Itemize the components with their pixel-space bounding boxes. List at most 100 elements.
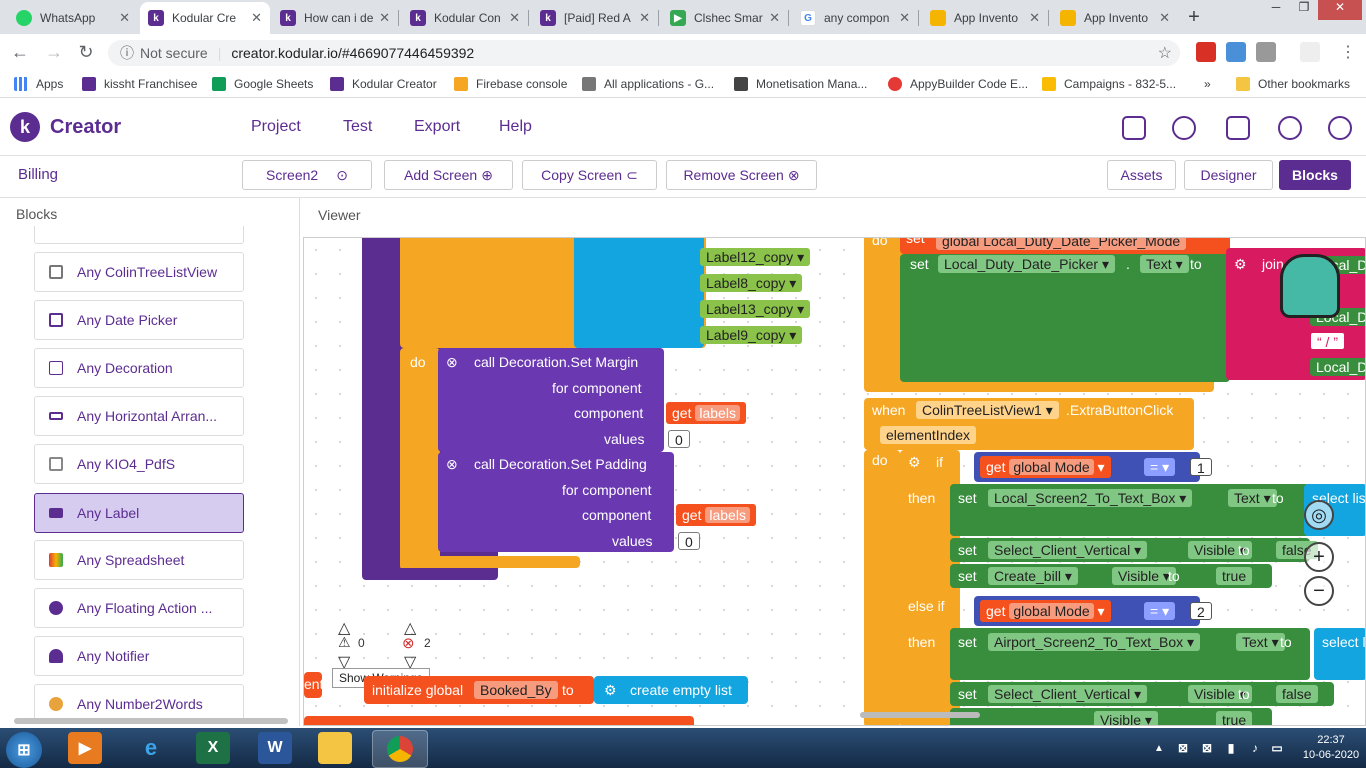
bookmark-monetisation[interactable]: Monetisation Mana... bbox=[734, 77, 867, 91]
get-global-mode-block[interactable]: get global Mode ▾ bbox=[980, 456, 1111, 478]
text-property-select[interactable]: Text ▾ bbox=[1140, 255, 1189, 273]
list-block[interactable] bbox=[574, 238, 704, 348]
block-any-label[interactable]: Any Label bbox=[34, 493, 244, 533]
bookmark-campaigns[interactable]: Campaigns - 832-5... bbox=[1042, 77, 1176, 91]
text-property-select[interactable]: Text ▾ bbox=[1228, 489, 1277, 507]
set-date-picker-text-block[interactable] bbox=[900, 254, 1230, 382]
extension-icon[interactable] bbox=[1196, 42, 1216, 62]
close-tab-icon[interactable]: ✕ bbox=[1159, 10, 1170, 26]
projects-folder-icon[interactable] bbox=[1122, 116, 1146, 140]
error-icon[interactable]: ⊗ bbox=[446, 354, 458, 371]
chrome-taskbar-button[interactable] bbox=[372, 730, 428, 768]
get-labels-block[interactable]: get labels bbox=[676, 504, 756, 526]
false-value[interactable]: false bbox=[1276, 685, 1318, 703]
local-screen2-select[interactable]: Local_Screen2_To_Text_Box ▾ bbox=[988, 489, 1193, 507]
bookmark-kodular-creator[interactable]: Kodular Creator bbox=[330, 77, 437, 91]
tab-any-compon[interactable]: Gany compon ✕ bbox=[792, 2, 918, 34]
forward-icon[interactable]: → bbox=[42, 40, 66, 64]
menu-help[interactable]: Help bbox=[499, 118, 532, 136]
volume-icon[interactable]: ♪ bbox=[1246, 732, 1264, 764]
screen-select[interactable]: Screen2 ⊙ bbox=[242, 160, 372, 190]
local-d-block[interactable]: Local_D bbox=[1310, 358, 1365, 376]
menu-project[interactable]: Project bbox=[251, 118, 301, 136]
menu-test[interactable]: Test bbox=[343, 118, 372, 136]
airport-screen2-select[interactable]: Airport_Screen2_To_Text_Box ▾ bbox=[988, 633, 1201, 651]
when-do-arm[interactable] bbox=[864, 450, 900, 725]
error-icon[interactable]: ⊗ bbox=[446, 456, 458, 473]
menu-export[interactable]: Export bbox=[414, 118, 460, 136]
assets-button[interactable]: Assets bbox=[1107, 160, 1176, 190]
bookmark-google-sheets[interactable]: Google Sheets bbox=[212, 77, 313, 91]
close-tab-icon[interactable]: ✕ bbox=[639, 10, 650, 26]
label9-copy-block[interactable]: Label9_copy ▾ bbox=[700, 326, 803, 344]
tray-icon[interactable]: ⊠ bbox=[1198, 732, 1216, 764]
bookmark-firebase[interactable]: Firebase console bbox=[454, 77, 567, 91]
bookmark-more[interactable]: » bbox=[1204, 77, 1211, 91]
workspace-scrollbar[interactable] bbox=[860, 712, 980, 718]
zoom-in-icon[interactable]: + bbox=[1304, 542, 1334, 572]
block-any-notifier[interactable]: Any Notifier bbox=[34, 636, 244, 676]
extension-icon[interactable] bbox=[1226, 42, 1246, 62]
colintree-select[interactable]: ColinTreeListView1 ▾ bbox=[916, 401, 1059, 419]
visible-property-select[interactable]: Visible ▾ bbox=[1112, 567, 1176, 585]
tab-app-inventor-2[interactable]: App Invento ✕ bbox=[1052, 2, 1178, 34]
docs-icon[interactable] bbox=[1226, 116, 1250, 140]
gear-icon[interactable]: ⚙ bbox=[908, 454, 921, 471]
number-1[interactable]: 1 bbox=[1190, 458, 1212, 476]
minimize-button[interactable]: ─ bbox=[1262, 0, 1290, 20]
true-value[interactable]: true bbox=[1216, 567, 1253, 585]
taskbar-clock[interactable]: 22:37 10-06-2020 bbox=[1296, 733, 1366, 763]
panel-scrollbar[interactable] bbox=[14, 718, 288, 724]
eq-operator[interactable]: = ▾ bbox=[1144, 458, 1176, 476]
new-tab-button[interactable]: + bbox=[1182, 6, 1206, 30]
tab-kodular-con[interactable]: k Kodular Con ✕ bbox=[402, 2, 528, 34]
word-icon[interactable]: W bbox=[258, 732, 292, 764]
close-window-button[interactable]: ✕ bbox=[1318, 0, 1362, 20]
bookmark-star-icon[interactable]: ☆ bbox=[1158, 43, 1172, 63]
margin-value[interactable]: 0 bbox=[668, 430, 690, 448]
billing-icon[interactable] bbox=[1278, 116, 1302, 140]
add-screen-button[interactable]: Add Screen ⊕ bbox=[384, 160, 513, 190]
excel-icon[interactable]: X bbox=[196, 732, 230, 764]
reload-icon[interactable]: ↻ bbox=[74, 40, 98, 64]
tray-up-icon[interactable]: ▲ bbox=[1150, 732, 1168, 764]
block-any-date-picker[interactable]: Any Date Picker bbox=[34, 300, 244, 340]
label13-copy-block[interactable]: Label13_copy ▾ bbox=[700, 300, 811, 318]
designer-button[interactable]: Designer bbox=[1184, 160, 1273, 190]
tab-clshec[interactable]: ▶ Clshec Smar ✕ bbox=[662, 2, 788, 34]
network-icon[interactable]: ▮ bbox=[1222, 732, 1240, 764]
gear-icon[interactable]: ⚙ bbox=[604, 682, 617, 699]
tray-icon[interactable]: ⊠ bbox=[1174, 732, 1192, 764]
file-explorer-icon[interactable] bbox=[318, 732, 352, 764]
zoom-out-icon[interactable]: − bbox=[1304, 576, 1334, 606]
copy-screen-button[interactable]: Copy Screen ⊂ bbox=[522, 160, 657, 190]
select-client-select[interactable]: Select_Client_Vertical ▾ bbox=[988, 685, 1148, 703]
extension-icon[interactable] bbox=[1256, 42, 1276, 62]
select-client-select[interactable]: Select_Client_Vertical ▾ bbox=[988, 541, 1148, 559]
recenter-icon[interactable]: ◎ bbox=[1304, 500, 1334, 530]
event-block-bottom[interactable] bbox=[362, 568, 498, 580]
get-labels-block[interactable]: get labels bbox=[666, 402, 746, 424]
close-tab-icon[interactable]: ✕ bbox=[379, 10, 390, 26]
back-icon[interactable]: ← bbox=[8, 40, 32, 64]
block-any-horizontal-arrangement[interactable]: Any Horizontal Arran... bbox=[34, 396, 244, 436]
number-2[interactable]: 2 bbox=[1190, 602, 1212, 620]
tab-how-can-i[interactable]: k How can i de ✕ bbox=[272, 2, 398, 34]
battery-icon[interactable]: ▭ bbox=[1268, 732, 1286, 764]
for-each-do-arm[interactable] bbox=[400, 348, 440, 570]
tab-app-inventor-1[interactable]: App Invento ✕ bbox=[922, 2, 1048, 34]
profile-icon[interactable] bbox=[1300, 42, 1320, 62]
bookmark-kissht[interactable]: kissht Franchisee bbox=[82, 77, 197, 91]
blocks-workspace[interactable]: Label12_copy ▾ Label8_copy ▾ Label13_cop… bbox=[303, 237, 1366, 726]
block-any-spreadsheet[interactable]: Any Spreadsheet bbox=[34, 540, 244, 580]
booked-by-name[interactable]: Booked_By bbox=[474, 681, 558, 699]
tab-paid-red[interactable]: k [Paid] Red A ✕ bbox=[532, 2, 658, 34]
block-item-partial[interactable] bbox=[34, 226, 244, 244]
create-bill-select[interactable]: Create_bill ▾ bbox=[988, 567, 1078, 585]
block-any-floating-action-button[interactable]: Any Floating Action ... bbox=[34, 588, 244, 628]
close-tab-icon[interactable]: ✕ bbox=[1029, 10, 1040, 26]
media-player-icon[interactable]: ▶ bbox=[68, 732, 102, 764]
menu-dots-icon[interactable]: ⋮ bbox=[1338, 42, 1358, 62]
gear-icon[interactable]: ⚙ bbox=[1234, 256, 1247, 273]
next-block-partial[interactable] bbox=[304, 716, 694, 725]
